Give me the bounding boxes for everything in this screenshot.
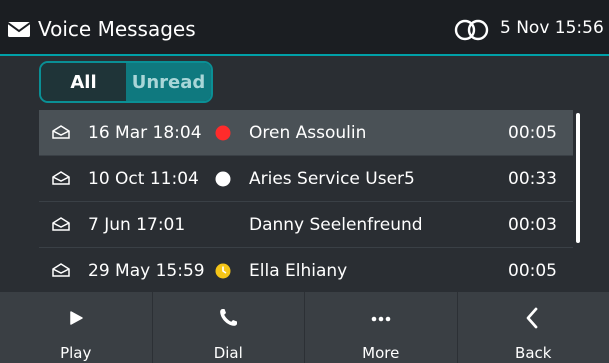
list-item[interactable]: 16 Mar 18:04 Oren Assoulin 00:05 xyxy=(39,110,573,156)
play-button[interactable]: Play xyxy=(0,292,153,363)
more-label: More xyxy=(362,344,400,362)
caller-name: Oren Assoulin xyxy=(249,123,367,143)
list-item[interactable]: 10 Oct 11:04 Aries Service User5 00:33 xyxy=(39,156,573,202)
red-status-dot-icon xyxy=(215,125,231,141)
message-duration: 00:03 xyxy=(508,215,557,235)
open-envelope-icon xyxy=(52,263,70,277)
message-list: 16 Mar 18:04 Oren Assoulin 00:05 10 Oct … xyxy=(39,110,573,294)
line-status-icon xyxy=(454,19,489,41)
play-icon xyxy=(70,311,83,325)
tab-all[interactable]: All xyxy=(41,63,126,101)
message-duration: 00:33 xyxy=(508,169,557,189)
more-icon xyxy=(371,316,391,322)
message-date: 7 Jun 17:01 xyxy=(88,215,186,235)
scrollbar[interactable] xyxy=(576,113,580,243)
header-divider xyxy=(0,54,609,56)
open-envelope-icon xyxy=(52,125,70,139)
message-duration: 00:05 xyxy=(508,123,557,143)
message-date: 16 Mar 18:04 xyxy=(88,123,202,143)
tab-unread[interactable]: Unread xyxy=(126,63,211,101)
softkey-bar: Play Dial More Back xyxy=(0,292,609,363)
page-title: Voice Messages xyxy=(38,17,196,41)
back-label: Back xyxy=(515,344,552,362)
white-status-dot-icon xyxy=(215,171,231,187)
header-bar: Voice Messages 5 Nov 15:56 xyxy=(0,0,609,56)
date-time: 5 Nov 15:56 xyxy=(500,18,604,38)
open-envelope-icon xyxy=(52,171,70,185)
dial-label: Dial xyxy=(213,344,243,362)
message-date: 10 Oct 11:04 xyxy=(88,169,199,189)
back-button[interactable]: Back xyxy=(458,292,609,363)
open-envelope-icon xyxy=(52,217,70,231)
message-duration: 00:05 xyxy=(508,261,557,281)
back-icon xyxy=(526,307,538,329)
caller-name: Danny Seelenfreund xyxy=(249,215,423,235)
message-date: 29 May 15:59 xyxy=(88,261,205,281)
dial-button[interactable]: Dial xyxy=(153,292,305,363)
envelope-icon xyxy=(8,22,30,37)
more-button[interactable]: More xyxy=(305,292,458,363)
caller-name: Ella Elhiany xyxy=(249,261,348,281)
list-item[interactable]: 7 Jun 17:01 Danny Seelenfreund 00:03 xyxy=(39,202,573,248)
voice-messages-screen: Voice Messages 5 Nov 15:56 All Unread 16… xyxy=(0,0,609,363)
phone-icon xyxy=(220,309,238,326)
caller-name: Aries Service User5 xyxy=(249,169,415,189)
clock-icon xyxy=(215,263,231,279)
list-item[interactable]: 29 May 15:59 Ella Elhiany 00:05 xyxy=(39,248,573,294)
filter-tabs: All Unread xyxy=(39,61,213,103)
play-label: Play xyxy=(60,344,92,362)
